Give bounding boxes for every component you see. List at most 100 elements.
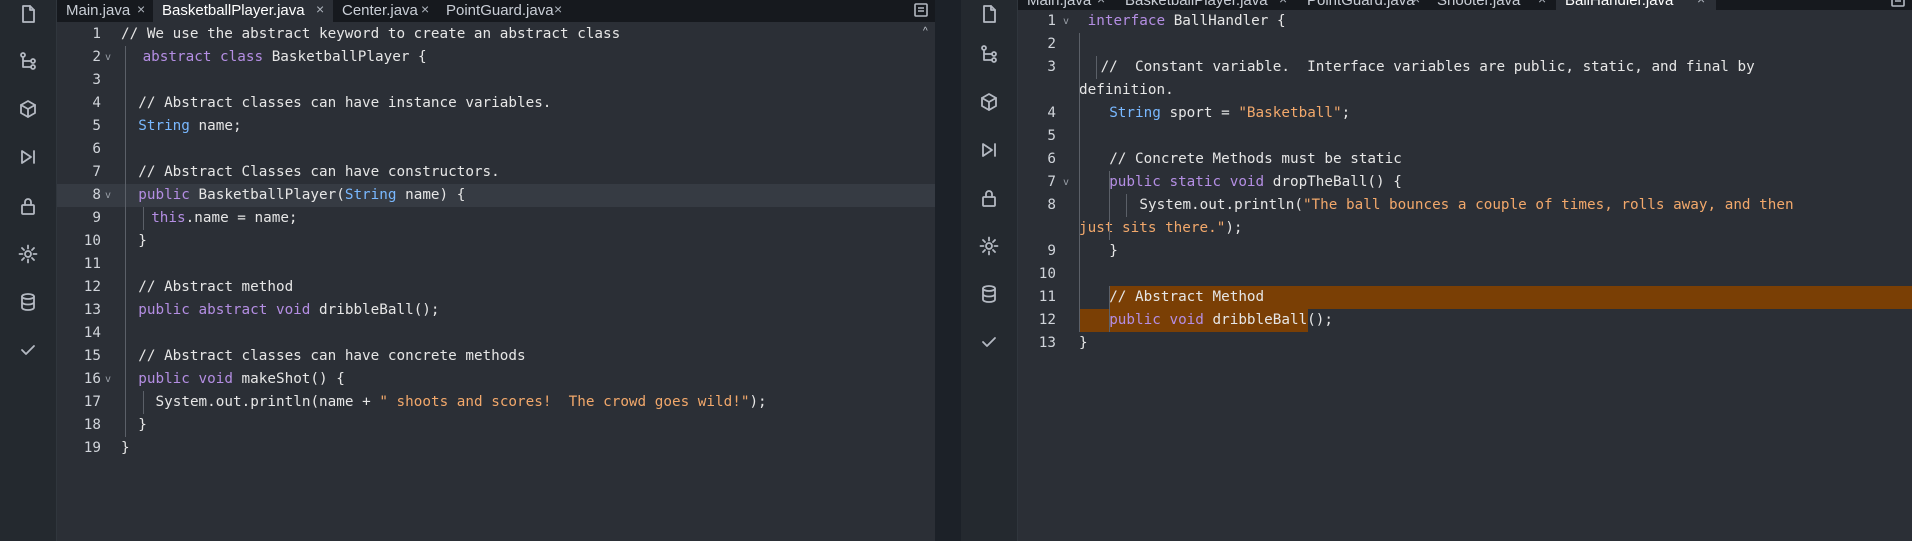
code-token: public void bbox=[1109, 312, 1204, 328]
code-line[interactable]: 9 this.name = name; bbox=[57, 207, 935, 230]
tab-label: BasketballPlayer.java bbox=[162, 2, 305, 19]
code-line[interactable]: 7 // Abstract Classes can have constructo… bbox=[57, 161, 935, 184]
database-icon[interactable] bbox=[0, 284, 56, 320]
files-icon[interactable] bbox=[0, 0, 56, 32]
code-line[interactable]: 13 public abstract void dribbleBall(); bbox=[57, 299, 935, 322]
tab-basketballplayer-java[interactable]: BasketballPlayer.java × bbox=[153, 0, 333, 22]
line-number: 10 bbox=[83, 233, 101, 249]
code-line[interactable]: 8 v public BasketballPlayer(String name) { bbox=[57, 184, 935, 207]
code-line[interactable]: 13} bbox=[1018, 332, 1912, 355]
code-line[interactable]: 5 bbox=[1018, 125, 1912, 148]
indent-guide bbox=[1096, 56, 1098, 79]
code-token: just sits there." bbox=[1079, 220, 1226, 236]
code-text: just sits there."); bbox=[1079, 217, 1243, 240]
fold-toggle-icon[interactable]: v bbox=[1063, 10, 1073, 33]
fold-toggle-icon[interactable]: v bbox=[105, 184, 115, 207]
code-line[interactable]: 8 System.out.println("The ball bounces a … bbox=[1018, 194, 1912, 217]
code-line[interactable]: 14 bbox=[57, 322, 935, 345]
code-text: public void dribbleBall(); bbox=[1109, 309, 1333, 332]
code-line[interactable]: 7 v public static void dropTheBall() { bbox=[1018, 171, 1912, 194]
close-tab-icon[interactable]: × bbox=[1538, 0, 1546, 10]
code-text: String sport = "Basketball"; bbox=[1109, 102, 1350, 125]
code-line[interactable]: 1 v interface BallHandler { bbox=[1018, 10, 1912, 33]
code-line[interactable]: 1 // We use the abstract keyword to creat… bbox=[57, 23, 935, 46]
code-token: dropTheBall() { bbox=[1264, 174, 1402, 190]
run-debug-icon[interactable] bbox=[0, 139, 56, 175]
code-token: System.out.println( bbox=[1139, 197, 1303, 213]
settings-gear-icon[interactable] bbox=[961, 228, 1017, 264]
code-token: " shoots and scores! The crowd goes wild… bbox=[379, 394, 750, 410]
tab-label: PointGuard.java bbox=[1307, 0, 1415, 9]
code-line[interactable]: 4 // Abstract classes can have instance v… bbox=[57, 92, 935, 115]
tab-pointguard-java[interactable]: PointGuard.java× bbox=[437, 0, 571, 22]
code-line[interactable]: 18} bbox=[57, 414, 935, 437]
right-activity-bar bbox=[961, 0, 1018, 541]
line-number: 4 bbox=[1047, 105, 1056, 121]
lock-icon[interactable] bbox=[961, 180, 1017, 216]
line-number: 1 bbox=[1047, 13, 1056, 29]
fold-toggle-icon[interactable]: v bbox=[105, 46, 115, 69]
code-token: // Abstract classes can have instance va… bbox=[138, 95, 552, 111]
code-token: // Abstract classes can have concrete me… bbox=[138, 348, 526, 364]
code-line[interactable]: 19} bbox=[57, 437, 935, 460]
code-line[interactable]: 12 // Abstract method bbox=[57, 276, 935, 299]
code-line[interactable]: 9} bbox=[1018, 240, 1912, 263]
close-tab-icon[interactable]: × bbox=[137, 0, 145, 20]
close-tab-icon[interactable]: × bbox=[316, 0, 324, 20]
line-number: 9 bbox=[92, 210, 101, 226]
right-code-editor[interactable]: 1 v interface BallHandler {2 3// Constant v… bbox=[1018, 10, 1912, 541]
tab-main-java[interactable]: Main.java × bbox=[57, 0, 153, 22]
close-tab-icon[interactable]: × bbox=[1279, 0, 1287, 10]
packages-icon[interactable] bbox=[961, 84, 1017, 120]
code-line[interactable]: 17 System.out.println(name + " shoots and… bbox=[57, 391, 935, 414]
code-line[interactable]: 12 public void dribbleBall(); bbox=[1018, 309, 1912, 332]
left-code-editor[interactable]: 1 // We use the abstract keyword to creat… bbox=[57, 23, 935, 541]
files-icon[interactable] bbox=[961, 0, 1017, 32]
code-line[interactable]: 5 String name; bbox=[57, 115, 935, 138]
code-token: } bbox=[138, 233, 147, 249]
code-line[interactable]: 2 v abstract class BasketballPlayer { bbox=[57, 46, 935, 69]
code-line[interactable]: 2 bbox=[1018, 33, 1912, 56]
close-tab-icon[interactable]: × bbox=[1697, 0, 1705, 10]
right-editor-pane: Main.java × BasketballPlayer.java × PointG… bbox=[1018, 0, 1912, 541]
code-line[interactable]: 11 // Abstract Method bbox=[1018, 286, 1912, 309]
lock-icon[interactable] bbox=[0, 188, 56, 224]
code-text: // Concrete Methods must be static bbox=[1109, 148, 1402, 171]
close-tab-icon[interactable]: × bbox=[554, 0, 562, 20]
code-line[interactable]: just sits there."); bbox=[1018, 217, 1912, 240]
packages-icon[interactable] bbox=[0, 91, 56, 127]
close-tab-icon[interactable]: × bbox=[1097, 0, 1105, 10]
code-line[interactable]: 10} bbox=[57, 230, 935, 253]
editor-menu-icon[interactable] bbox=[1890, 0, 1906, 8]
code-text: System.out.println("The ball bounces a c… bbox=[1139, 194, 1793, 217]
code-token: makeShot() { bbox=[232, 371, 345, 387]
code-line[interactable]: 3 // Constant variable. Interface variabl… bbox=[1018, 56, 1912, 79]
fold-toggle-icon[interactable]: v bbox=[1063, 171, 1073, 194]
git-branch-icon[interactable] bbox=[0, 43, 56, 79]
code-token: definition. bbox=[1079, 82, 1174, 98]
settings-gear-icon[interactable] bbox=[0, 236, 56, 272]
run-debug-icon[interactable] bbox=[961, 132, 1017, 168]
fold-toggle-icon[interactable]: v bbox=[105, 368, 115, 391]
code-line[interactable]: 11 bbox=[57, 253, 935, 276]
code-line[interactable]: 15 // Abstract classes can have concrete … bbox=[57, 345, 935, 368]
close-tab-icon[interactable]: × bbox=[421, 0, 429, 20]
checkmark-icon[interactable] bbox=[961, 324, 1017, 360]
code-line[interactable]: 10 bbox=[1018, 263, 1912, 286]
checkmark-icon[interactable] bbox=[0, 332, 56, 368]
code-line[interactable]: 4 String sport = "Basketball"; bbox=[1018, 102, 1912, 125]
git-branch-icon[interactable] bbox=[961, 36, 1017, 72]
code-line[interactable]: 16 v public void makeShot() { bbox=[57, 368, 935, 391]
code-token: } bbox=[121, 440, 130, 456]
database-icon[interactable] bbox=[961, 276, 1017, 312]
close-tab-icon[interactable]: × bbox=[1412, 0, 1420, 10]
editor-menu-icon[interactable] bbox=[913, 2, 929, 18]
code-line[interactable]: 6 // Concrete Methods must be static bbox=[1018, 148, 1912, 171]
code-text: public BasketballPlayer(String name) { bbox=[138, 184, 465, 207]
line-number: 12 bbox=[1038, 312, 1056, 328]
code-line[interactable]: definition. bbox=[1018, 79, 1912, 102]
tab-center-java[interactable]: Center.java × bbox=[333, 0, 437, 22]
code-line[interactable]: 3 bbox=[57, 69, 935, 92]
code-line[interactable]: 6 bbox=[57, 138, 935, 161]
split-divider[interactable] bbox=[935, 0, 943, 541]
